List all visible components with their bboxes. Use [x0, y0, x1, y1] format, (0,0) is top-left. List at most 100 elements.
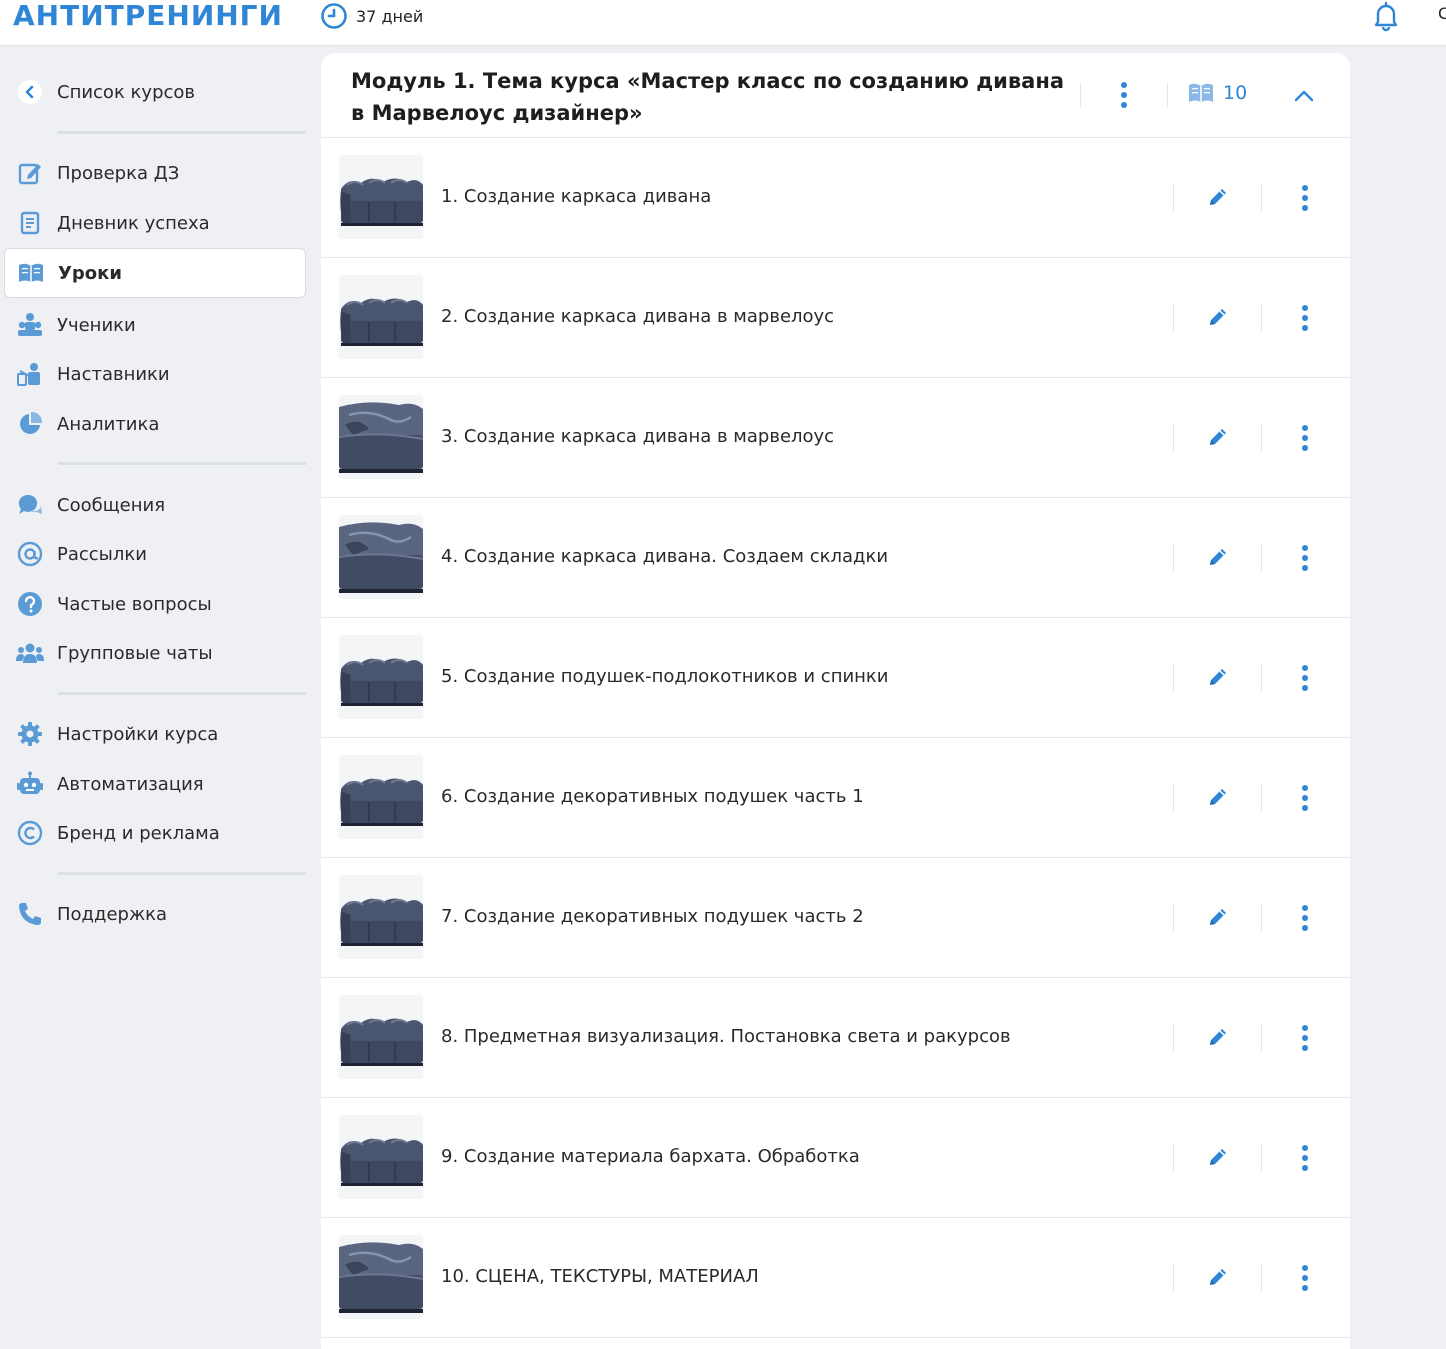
lesson-title[interactable]: 4. Создание каркаса дивана. Создаем скла…	[441, 546, 888, 567]
kebab-icon	[1121, 82, 1127, 108]
sidebar-item-label: Уроки	[58, 262, 122, 284]
lesson-thumbnail[interactable]	[339, 875, 423, 959]
lesson-more-button[interactable]	[1293, 182, 1317, 214]
row-separator	[1173, 423, 1174, 451]
lesson-row[interactable]: 10. СЦЕНА, ТЕКСТУРЫ, МАТЕРИАЛ	[321, 1218, 1350, 1338]
edit-lesson-button[interactable]	[1205, 904, 1231, 930]
sidebar-back-to-courses[interactable]: Список курсов	[4, 67, 306, 117]
lesson-more-button[interactable]	[1293, 422, 1317, 454]
sidebar-item-brand-ads[interactable]: Бренд и реклама	[4, 808, 306, 858]
lesson-title[interactable]: 2. Создание каркаса дивана в марвелоус	[441, 306, 834, 327]
back-icon	[16, 78, 44, 106]
lesson-thumbnail[interactable]	[339, 515, 423, 599]
pencil-icon	[1210, 189, 1226, 205]
row-separator	[1173, 663, 1174, 691]
lesson-more-button[interactable]	[1293, 1022, 1317, 1054]
row-separator	[1173, 303, 1174, 331]
lesson-title[interactable]: 3. Создание каркаса дивана в марвелоус	[441, 426, 834, 447]
sidebar-item-mailings[interactable]: Рассылки	[4, 529, 306, 579]
edit-lesson-button[interactable]	[1205, 304, 1231, 330]
sidebar-item-label: Проверка ДЗ	[57, 162, 180, 184]
lesson-title[interactable]: 7. Создание декоративных подушек часть 2	[441, 906, 864, 927]
lesson-more-button[interactable]	[1293, 302, 1317, 334]
module-more-button[interactable]	[1109, 79, 1139, 111]
sidebar-item-lessons[interactable]: Уроки	[4, 248, 306, 298]
lesson-row[interactable]: 9. Создание материала бархата. Обработка	[321, 1098, 1350, 1218]
row-separator	[1261, 663, 1262, 691]
lesson-title[interactable]: 6. Создание декоративных подушек часть 1	[441, 786, 864, 807]
sidebar-item-messages[interactable]: Сообщения	[4, 480, 306, 530]
sidebar-item-support[interactable]: Поддержка	[4, 889, 306, 939]
kebab-icon	[1302, 905, 1308, 931]
sidebar-item-automation[interactable]: Автоматизация	[4, 759, 306, 809]
messages-icon	[16, 491, 44, 519]
lesson-title[interactable]: 1. Создание каркаса дивана	[441, 186, 711, 207]
lesson-thumbnail[interactable]	[339, 995, 423, 1079]
lesson-row[interactable]: 8. Предметная визуализация. Постановка с…	[321, 978, 1350, 1098]
sidebar-item-homework-check[interactable]: Проверка ДЗ	[4, 148, 306, 198]
edit-lesson-button[interactable]	[1205, 1144, 1231, 1170]
edit-lesson-button[interactable]	[1205, 664, 1231, 690]
sidebar-item-faq[interactable]: Частые вопросы	[4, 579, 306, 629]
kebab-icon	[1302, 305, 1308, 331]
edit-lesson-button[interactable]	[1205, 1264, 1231, 1290]
lesson-title[interactable]: 9. Создание материала бархата. Обработка	[441, 1146, 860, 1167]
edit-lesson-button[interactable]	[1205, 544, 1231, 570]
module-header: Модуль 1. Тема курса «Мастер класс по со…	[321, 53, 1350, 138]
lesson-row[interactable]: 1. Создание каркаса дивана	[321, 138, 1350, 258]
lesson-more-button[interactable]	[1293, 902, 1317, 934]
row-separator	[1261, 423, 1262, 451]
sidebar-item-label: Дневник успеха	[57, 212, 210, 234]
lesson-more-button[interactable]	[1293, 782, 1317, 814]
lesson-row[interactable]: 5. Создание подушек-подлокотников и спин…	[321, 618, 1350, 738]
sidebar-item-success-diary[interactable]: Дневник успеха	[4, 198, 306, 248]
chevron-up-icon[interactable]	[1291, 83, 1317, 109]
lesson-row[interactable]: 3. Создание каркаса дивана в марвелоус	[321, 378, 1350, 498]
kebab-icon	[1302, 545, 1308, 571]
pencil-icon	[1210, 429, 1226, 445]
edit-lesson-button[interactable]	[1205, 1024, 1231, 1050]
edit-lesson-button[interactable]	[1205, 184, 1231, 210]
lesson-thumbnail[interactable]	[339, 395, 423, 479]
pie-chart-icon	[16, 410, 44, 438]
sidebar-item-label: Бренд и реклама	[57, 822, 220, 844]
document-icon	[16, 209, 44, 237]
lesson-title[interactable]: 10. СЦЕНА, ТЕКСТУРЫ, МАТЕРИАЛ	[441, 1266, 759, 1287]
sidebar-divider	[58, 462, 306, 465]
lesson-more-button[interactable]	[1293, 1142, 1317, 1174]
kebab-icon	[1302, 1025, 1308, 1051]
lesson-thumbnail[interactable]	[339, 1115, 423, 1199]
lesson-thumbnail[interactable]	[339, 1235, 423, 1319]
lesson-thumbnail[interactable]	[339, 635, 423, 719]
lesson-more-button[interactable]	[1293, 1262, 1317, 1294]
lessons-count-value: 10	[1223, 82, 1248, 104]
lesson-row[interactable]: 2. Создание каркаса дивана в марвелоус	[321, 258, 1350, 378]
user-menu-truncated[interactable]: С	[1438, 4, 1446, 23]
edit-lesson-button[interactable]	[1205, 424, 1231, 450]
lesson-thumbnail[interactable]	[339, 275, 423, 359]
edit-lesson-button[interactable]	[1205, 784, 1231, 810]
sidebar-item-students[interactable]: Ученики	[4, 300, 306, 350]
lesson-row[interactable]: 4. Создание каркаса дивана. Создаем скла…	[321, 498, 1350, 618]
logo[interactable]: АНТИТРЕНИНГИ	[13, 0, 283, 32]
lesson-row[interactable]: 7. Создание декоративных подушек часть 2	[321, 858, 1350, 978]
sidebar-item-mentors[interactable]: Наставники	[4, 349, 306, 399]
lesson-more-button[interactable]	[1293, 662, 1317, 694]
trial-indicator[interactable]: 37 дней	[320, 2, 423, 30]
bell-icon[interactable]	[1372, 0, 1400, 32]
lesson-row[interactable]: 6. Создание декоративных подушек часть 1	[321, 738, 1350, 858]
kebab-icon	[1302, 665, 1308, 691]
row-separator	[1261, 303, 1262, 331]
sidebar-item-course-settings[interactable]: Настройки курса	[4, 709, 306, 759]
robot-icon	[16, 770, 44, 798]
lesson-thumbnail[interactable]	[339, 755, 423, 839]
lesson-thumbnail[interactable]	[339, 155, 423, 239]
sidebar-item-analytics[interactable]: Аналитика	[4, 399, 306, 449]
lesson-more-button[interactable]	[1293, 542, 1317, 574]
sidebar-item-label: Аналитика	[57, 413, 160, 435]
lesson-title[interactable]: 5. Создание подушек-подлокотников и спин…	[441, 666, 889, 687]
kebab-icon	[1302, 425, 1308, 451]
sidebar-item-label: Ученики	[57, 314, 136, 336]
lesson-title[interactable]: 8. Предметная визуализация. Постановка с…	[441, 1026, 1011, 1047]
sidebar-item-group-chats[interactable]: Групповые чаты	[4, 628, 306, 678]
